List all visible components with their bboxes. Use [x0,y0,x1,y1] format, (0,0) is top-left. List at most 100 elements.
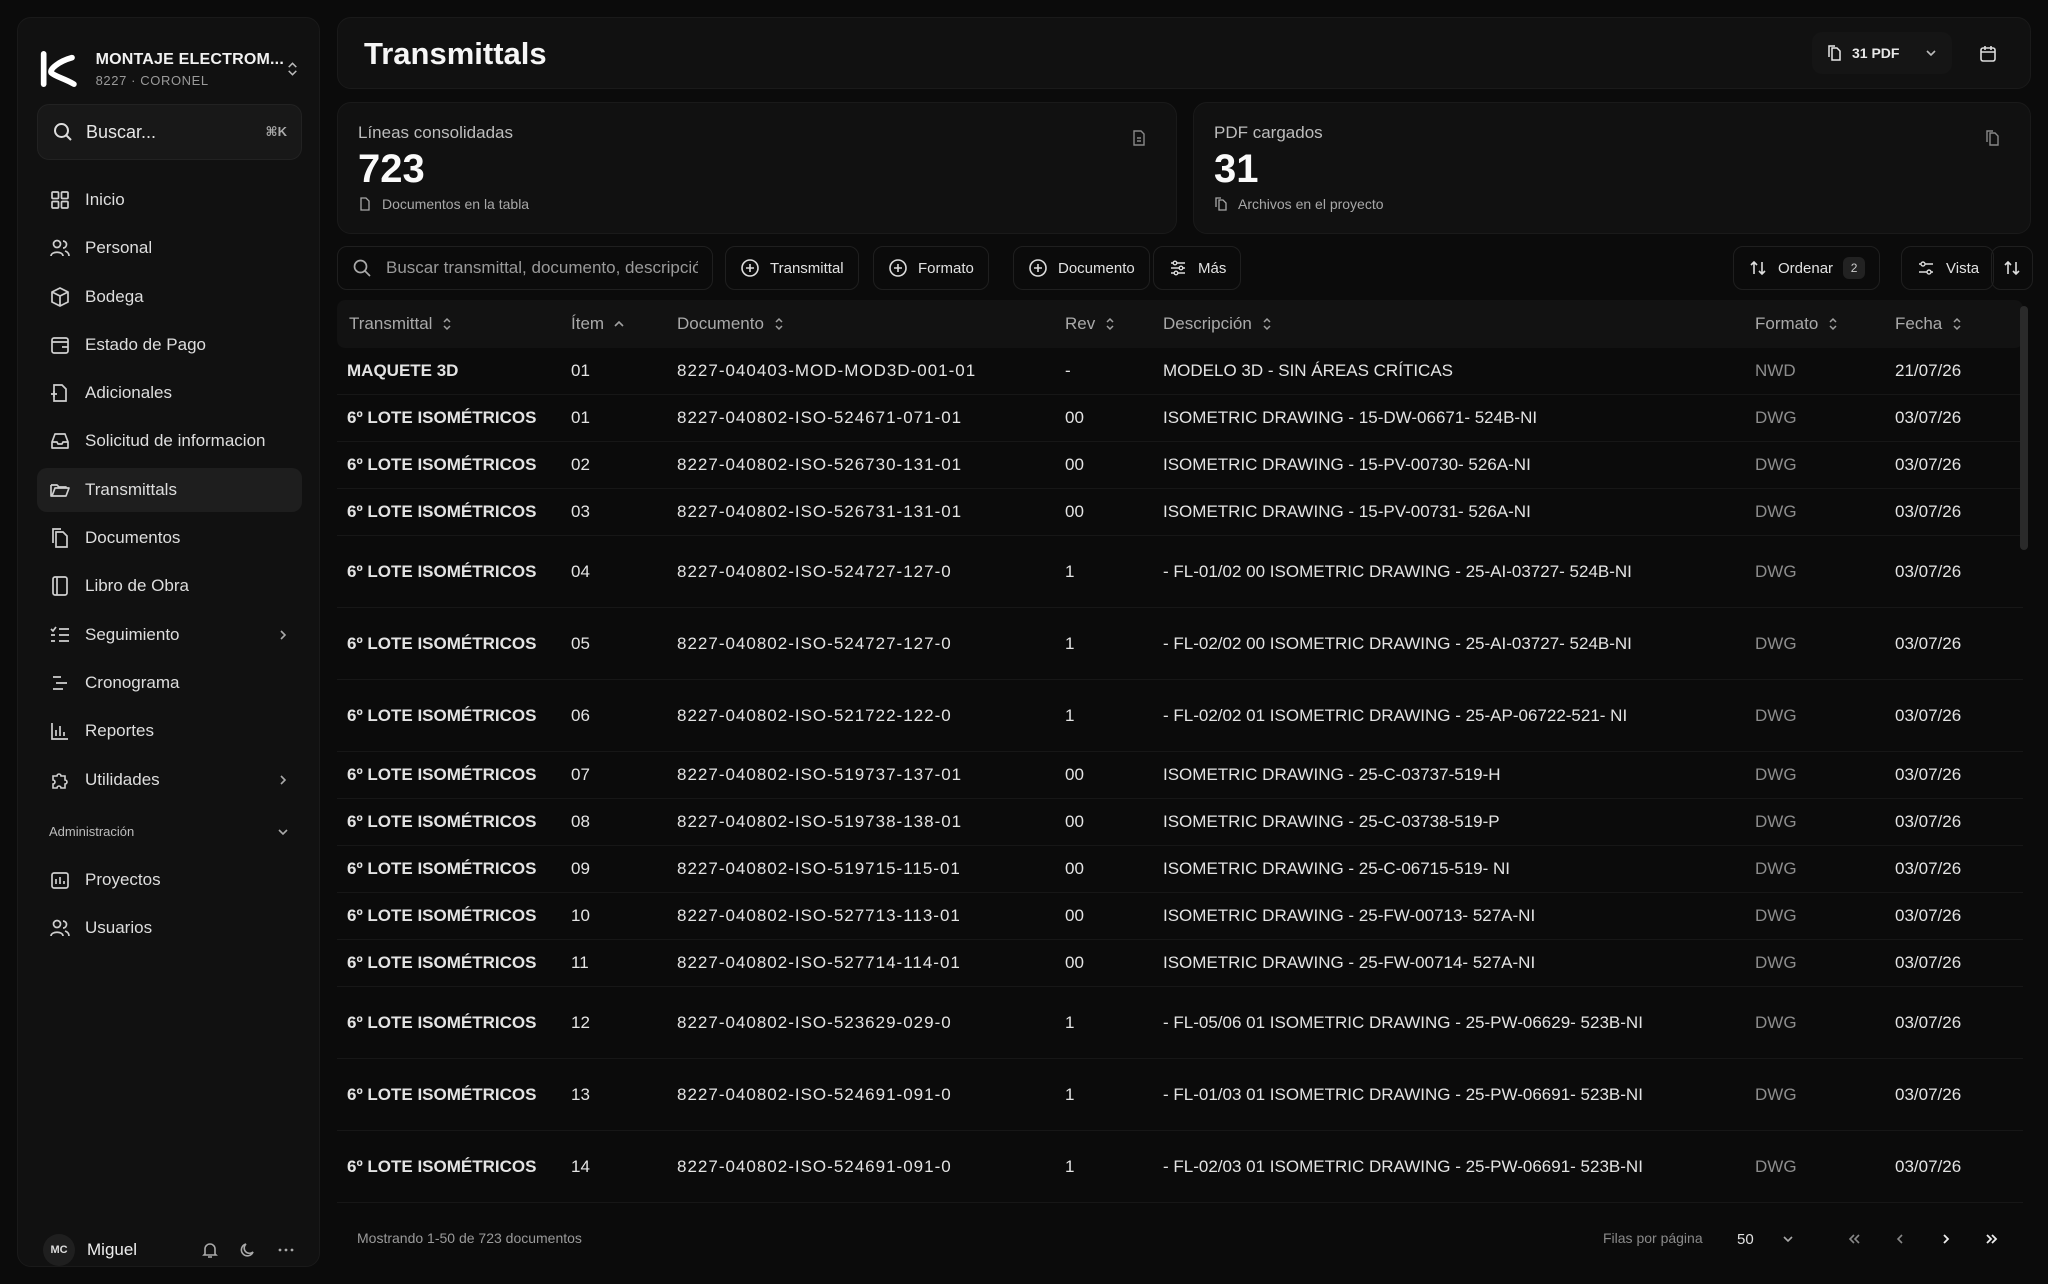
table-search-input[interactable] [386,258,698,278]
cell-descripcion: ISOMETRIC DRAWING - 15-DW-06671- 524B-NI [1163,408,1538,427]
table-row[interactable]: 6º LOTE ISOMÉTRICOS 04 8227-040802-ISO-5… [337,536,2023,608]
previous-page-button[interactable] [1881,1220,1919,1258]
cell-rev: 00 [1065,765,1084,784]
project-switcher[interactable]: MONTAJE ELECTROM... 8227 · CORONEL [38,36,301,102]
more-icon[interactable] [276,1240,296,1260]
cell-transmittal: 6º LOTE ISOMÉTRICOS [347,765,537,784]
table-footer: Mostrando 1-50 de 723 documentos Filas p… [337,1214,2031,1266]
table-row[interactable]: 6º LOTE ISOMÉTRICOS 09 8227-040802-ISO-5… [337,846,2023,893]
filter-formato[interactable]: Formato [873,246,989,290]
avatar: MC [43,1234,75,1266]
first-page-button[interactable] [1835,1220,1873,1258]
last-page-button[interactable] [1973,1220,2011,1258]
bell-icon[interactable] [200,1240,220,1260]
user-menu[interactable]: MC Miguel [37,1228,302,1272]
sidebar-item-usuarios[interactable]: Usuarios [37,906,302,950]
table-row[interactable]: 6º LOTE ISOMÉTRICOS 13 8227-040802-ISO-5… [337,1059,2023,1131]
cell-item: 05 [571,633,590,653]
sidebar-item-seguimiento[interactable]: Seguimiento [37,613,302,657]
calendar-button[interactable] [1968,34,2008,74]
table-row[interactable]: 6º LOTE ISOMÉTRICOS 11 8227-040802-ISO-5… [337,940,2023,987]
stat-sub: Archivos en el proyecto [1214,196,2010,212]
cell-rev: 1 [1065,705,1075,725]
column-header-rev[interactable]: Rev [1065,314,1163,334]
cell-rev: 00 [1065,812,1084,831]
cell-rev: 00 [1065,502,1084,521]
column-header-documento[interactable]: Documento [677,314,1065,334]
sidebar-item-estado-de-pago[interactable]: Estado de Pago [37,323,302,367]
chevron-down-icon [1926,50,1936,57]
table-row[interactable]: MAQUETE 3D 01 8227-040403-MOD-MOD3D-001-… [337,348,2023,395]
rows-per-page-select[interactable]: 50 [1727,1220,1805,1258]
sidebar-item-adicionales[interactable]: Adicionales [37,371,302,415]
cell-descripcion: - FL-02/02 00 ISOMETRIC DRAWING - 25-AI-… [1163,633,1632,653]
filter-more[interactable]: Más [1153,246,1242,290]
grid-icon [51,191,69,209]
table-row[interactable]: 6º LOTE ISOMÉTRICOS 10 8227-040802-ISO-5… [337,893,2023,940]
table-row[interactable]: 6º LOTE ISOMÉTRICOS 06 8227-040802-ISO-5… [337,680,2023,752]
table-row[interactable]: 6º LOTE ISOMÉTRICOS 01 8227-040802-ISO-5… [337,395,2023,442]
pdf-dropdown-button[interactable]: 31 PDF [1812,32,1952,74]
cell-descripcion: - FL-01/03 01 ISOMETRIC DRAWING - 25-PW-… [1163,1084,1643,1104]
sidebar-item-reportes[interactable]: Reportes [37,709,302,753]
sort-icon [1106,317,1114,331]
sidebar-item-personal[interactable]: Personal [37,226,302,270]
column-header-transmittal[interactable]: Transmittal [337,314,571,334]
sidebar-item-solicitud[interactable]: Solicitud de informacion [37,419,302,463]
cell-descripcion: ISOMETRIC DRAWING - 25-FW-00714- 527A-NI [1163,953,1536,972]
filter-transmittal[interactable]: Transmittal [725,246,859,290]
table-row[interactable]: 6º LOTE ISOMÉTRICOS 12 8227-040802-ISO-5… [337,987,2023,1059]
sidebar-search[interactable]: Buscar... ⌘K [37,104,302,160]
column-header-item[interactable]: Ítem [571,314,677,334]
admin-section-toggle[interactable]: Administración [37,810,302,854]
cell-rev: - [1065,361,1071,380]
sidebar-item-documentos[interactable]: Documentos [37,516,302,560]
sort-button[interactable]: Ordenar 2 [1733,246,1881,290]
table-search[interactable] [337,246,713,290]
cell-fecha: 03/07/26 [1895,502,1962,521]
column-header-descripcion[interactable]: Descripción [1163,314,1755,334]
cell-fecha: 03/07/26 [1895,705,1962,725]
cell-fecha: 03/07/26 [1895,765,1962,784]
file-plus-icon [51,384,67,403]
table-scrollbar[interactable] [2020,306,2028,550]
document-icon [1133,130,1145,146]
cell-documento: 8227-040802-ISO-524691-091-0 [677,1084,952,1104]
next-page-button[interactable] [1927,1220,1965,1258]
sidebar-item-bodega[interactable]: Bodega [37,275,302,319]
table-row[interactable]: 6º LOTE ISOMÉTRICOS 05 8227-040802-ISO-5… [337,608,2023,680]
sidebar-item-label: Adicionales [85,383,172,403]
cell-item: 12 [571,1012,590,1032]
cell-fecha: 03/07/26 [1895,408,1962,427]
table-row[interactable]: 6º LOTE ISOMÉTRICOS 08 8227-040802-ISO-5… [337,799,2023,846]
cell-documento: 8227-040802-ISO-526730-131-01 [677,455,963,474]
cell-fecha: 03/07/26 [1895,1156,1962,1176]
view-button[interactable]: Vista [1901,246,1995,290]
table-header: Transmittal Ítem Documento Rev Descripci… [337,300,2023,348]
table-row[interactable]: 6º LOTE ISOMÉTRICOS 07 8227-040802-ISO-5… [337,752,2023,799]
sidebar-item-proyectos[interactable]: Proyectos [37,858,302,902]
column-header-formato[interactable]: Formato [1755,314,1895,334]
cell-rev: 1 [1065,633,1075,653]
box-icon [51,286,69,307]
table-row[interactable]: 6º LOTE ISOMÉTRICOS 03 8227-040802-ISO-5… [337,489,2023,536]
sidebar-item-label: Solicitud de informacion [85,431,266,451]
sidebar-item-utilidades[interactable]: Utilidades [37,758,302,802]
sidebar-item-libro-de-obra[interactable]: Libro de Obra [37,564,302,608]
moon-icon[interactable] [238,1240,258,1260]
admin-section-label: Administración [49,824,135,840]
cell-documento: 8227-040802-ISO-527713-113-01 [677,906,961,925]
sidebar-item-transmittals[interactable]: Transmittals [37,467,302,512]
table-row[interactable]: 6º LOTE ISOMÉTRICOS 02 8227-040802-ISO-5… [337,442,2023,489]
sidebar-item-inicio[interactable]: Inicio [37,178,302,222]
table-row[interactable]: 6º LOTE ISOMÉTRICOS 14 8227-040802-ISO-5… [337,1131,2023,1203]
filter-documento[interactable]: Documento [1013,246,1150,290]
cell-item: 13 [571,1084,590,1104]
puzzle-icon [52,772,68,789]
reverse-sort-button[interactable] [1991,246,2033,290]
sidebar: MONTAJE ELECTROM... 8227 · CORONEL Busca… [17,17,320,1267]
calendar-icon [1980,46,1996,62]
column-header-fecha[interactable]: Fecha [1895,314,1995,334]
cell-formato: DWG [1755,906,1797,925]
sidebar-item-cronograma[interactable]: Cronograma [37,661,302,705]
